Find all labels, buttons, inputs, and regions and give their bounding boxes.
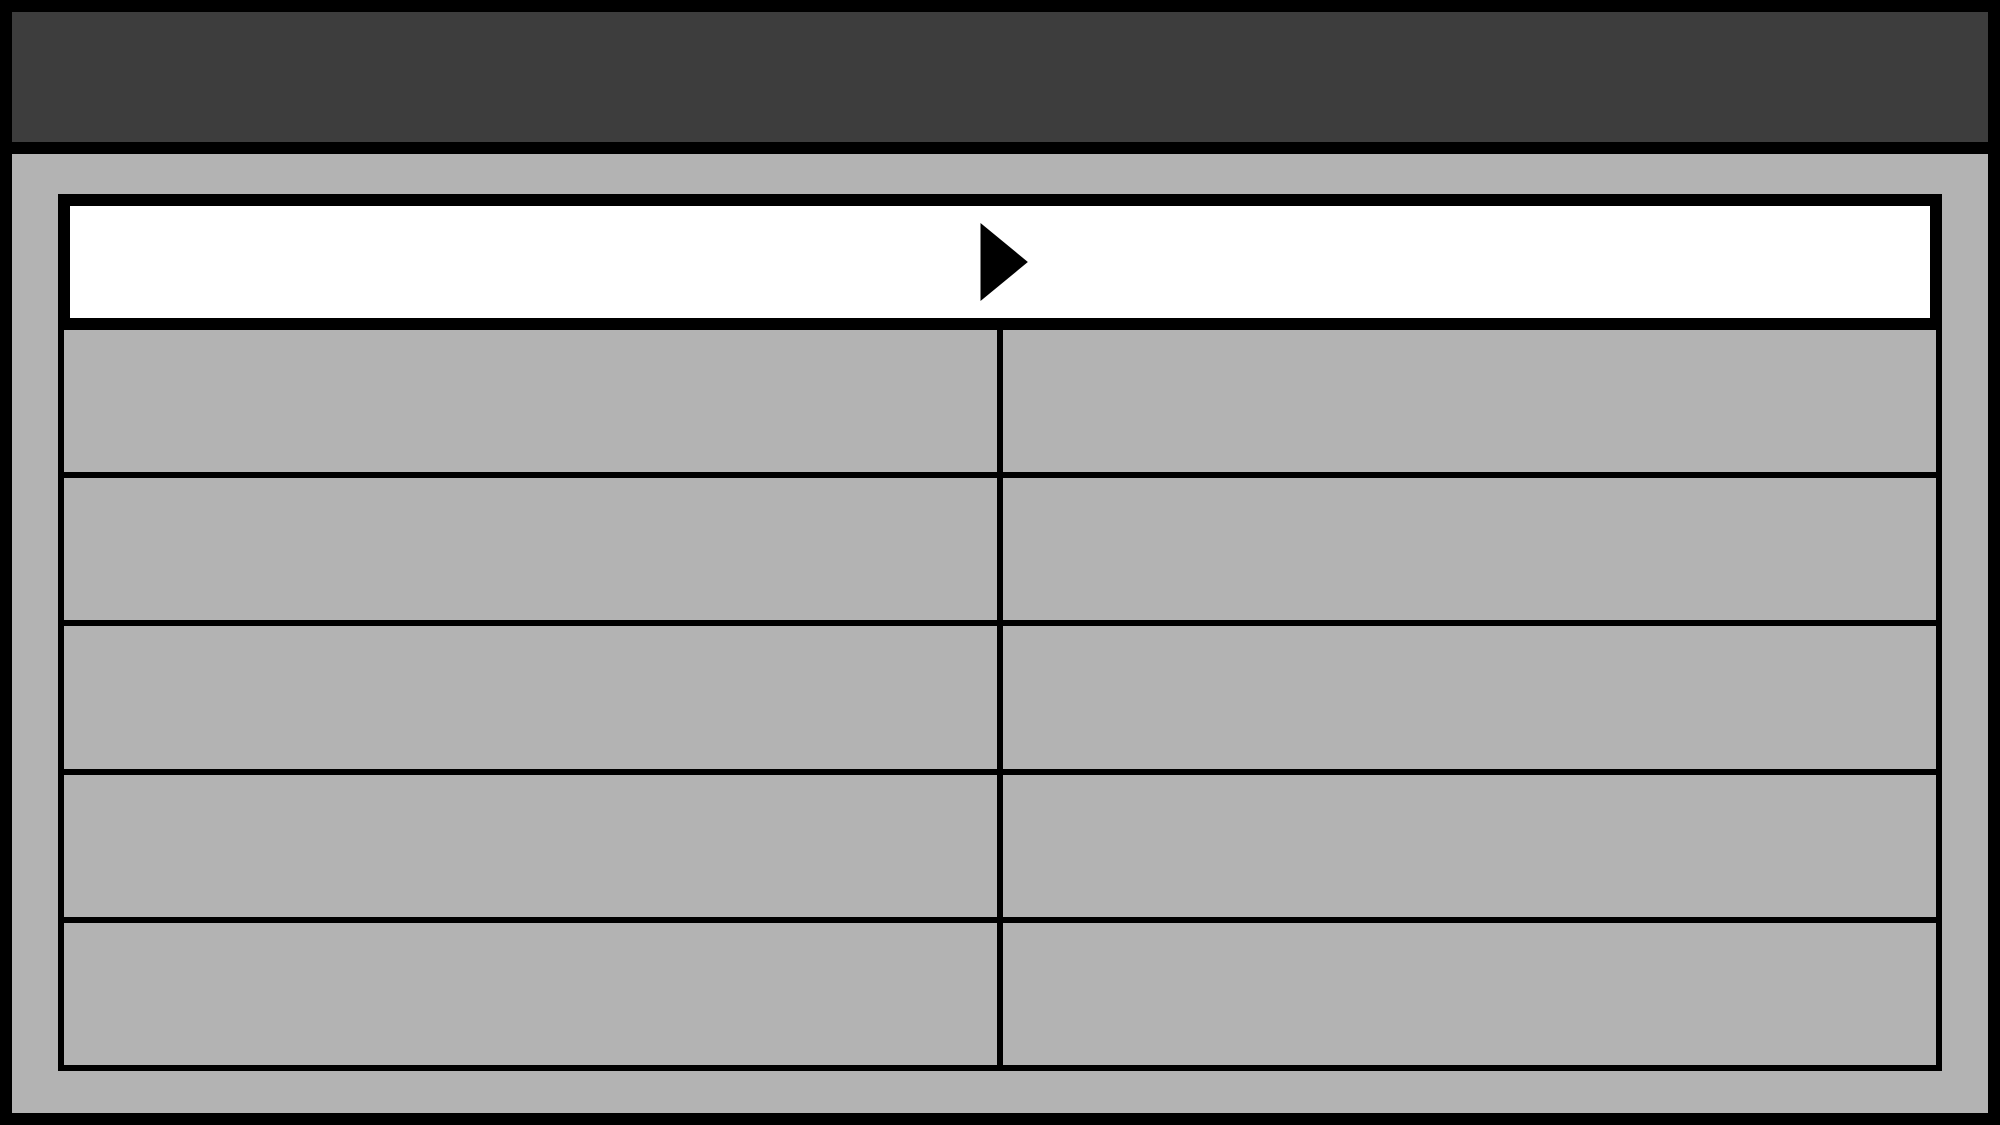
- grid-cell[interactable]: [64, 775, 997, 917]
- title-bar: [8, 8, 1992, 146]
- grid-cell[interactable]: [64, 330, 997, 472]
- grid-cell[interactable]: [1003, 478, 1936, 620]
- grid-cell[interactable]: [1003, 330, 1936, 472]
- grid-cell[interactable]: [64, 626, 997, 768]
- title-bar-divider: [8, 146, 1992, 154]
- grid-cell[interactable]: [1003, 923, 1936, 1065]
- app-frame: [8, 8, 1992, 1117]
- main-area: [8, 154, 1992, 1117]
- grid-cell[interactable]: [1003, 626, 1936, 768]
- data-grid: [58, 330, 1942, 1071]
- play-button[interactable]: [58, 194, 1942, 330]
- grid-cell[interactable]: [1003, 775, 1936, 917]
- grid-cell[interactable]: [64, 478, 997, 620]
- play-icon: [971, 223, 1029, 301]
- grid-cell[interactable]: [64, 923, 997, 1065]
